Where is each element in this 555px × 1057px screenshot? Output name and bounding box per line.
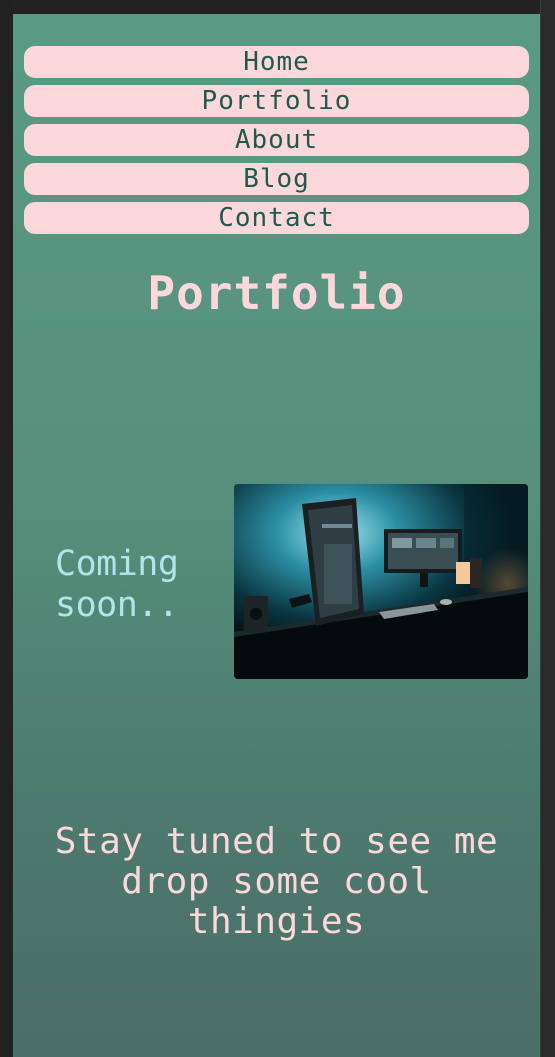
browser-frame-left bbox=[0, 0, 13, 1057]
nav-item-contact[interactable]: Contact bbox=[24, 202, 529, 234]
tagline-text: Stay tuned to see me drop some cool thin… bbox=[54, 821, 499, 942]
page-title: Portfolio bbox=[147, 266, 406, 320]
main-nav: Home Portfolio About Blog Contact bbox=[24, 46, 529, 241]
nav-item-portfolio[interactable]: Portfolio bbox=[24, 85, 529, 117]
nav-item-about[interactable]: About bbox=[24, 124, 529, 156]
nav-item-blog[interactable]: Blog bbox=[24, 163, 529, 195]
page-viewport: Home Portfolio About Blog Contact Portfo… bbox=[13, 14, 540, 1057]
scrollbar-track[interactable] bbox=[540, 0, 555, 1057]
browser-frame-top bbox=[0, 0, 555, 14]
nav-item-home[interactable]: Home bbox=[24, 46, 529, 78]
coming-soon-text: Coming soon.. bbox=[55, 544, 179, 625]
desk-setup-photo bbox=[234, 484, 528, 679]
